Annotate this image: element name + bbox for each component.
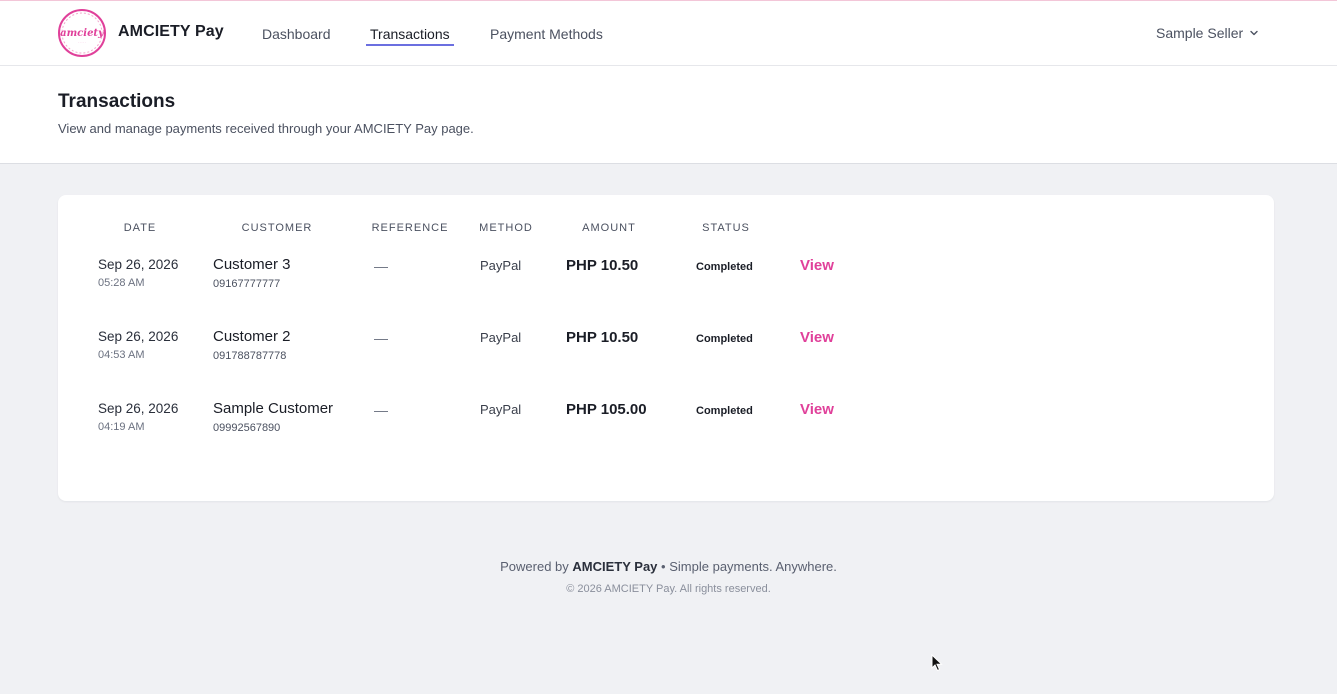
brand-logo[interactable]: amciety · · · · · [58, 9, 106, 57]
payment-method: PayPal [480, 258, 522, 273]
payment-method: PayPal [480, 402, 522, 417]
footer-copyright: © 2026 AMCIETY Pay. All rights reserved. [566, 583, 771, 595]
mouse-cursor-icon [931, 653, 943, 677]
footer-separator: • [661, 559, 666, 574]
nav-dashboard[interactable]: Dashboard [262, 26, 331, 42]
footer-powered-prefix: Powered by [500, 559, 569, 574]
transaction-time: 05:28 AM [98, 277, 145, 289]
chevron-down-icon [1249, 28, 1259, 38]
page-subtitle: View and manage payments received throug… [58, 121, 474, 136]
user-menu-label: Sample Seller [1156, 25, 1244, 41]
transaction-reference: — [374, 258, 388, 274]
footer-brand[interactable]: AMCIETY Pay [572, 559, 657, 574]
top-navigation-bar: amciety · · · · · AMCIETY Pay Dashboard … [0, 0, 1337, 66]
svg-text:amciety: amciety [60, 28, 104, 39]
column-header-method: METHOD [479, 222, 533, 234]
transaction-date: Sep 26, 2026 [98, 401, 179, 416]
view-transaction-link[interactable]: View [800, 257, 834, 274]
transaction-amount: PHP 10.50 [566, 257, 639, 274]
status-badge: Completed [696, 333, 753, 345]
customer-name: Customer 3 [213, 256, 291, 273]
column-header-customer: CUSTOMER [241, 222, 313, 234]
column-header-status: STATUS [702, 222, 750, 234]
view-transaction-link[interactable]: View [800, 401, 834, 418]
nav-transactions[interactable]: Transactions [370, 26, 450, 42]
user-menu[interactable]: Sample Seller [1156, 25, 1259, 41]
table-row: Sep 26, 2026 04:53 AM Customer 2 0917887… [58, 328, 1274, 401]
brand-name[interactable]: AMCIETY Pay [118, 23, 224, 41]
page-header: Transactions View and manage payments re… [0, 66, 1337, 164]
footer-tagline: Simple payments. Anywhere. [669, 559, 837, 574]
transaction-amount: PHP 105.00 [566, 401, 647, 418]
status-badge: Completed [696, 405, 753, 417]
active-tab-indicator [366, 44, 454, 46]
column-header-reference: REFERENCE [371, 222, 449, 234]
transaction-time: 04:53 AM [98, 349, 145, 361]
column-header-amount: AMOUNT [582, 222, 636, 234]
payment-method: PayPal [480, 330, 522, 345]
transaction-date: Sep 26, 2026 [98, 257, 179, 272]
customer-name: Customer 2 [213, 328, 291, 345]
customer-phone: 09167777777 [213, 278, 281, 290]
transaction-reference: — [374, 402, 388, 418]
brand-logo-mark: amciety · · · · · [60, 12, 104, 54]
transaction-date: Sep 26, 2026 [98, 329, 179, 344]
table-row: Sep 26, 2026 05:28 AM Customer 3 0916777… [58, 256, 1274, 329]
nav-payment-methods[interactable]: Payment Methods [490, 26, 603, 42]
customer-phone: 091788787778 [213, 350, 287, 362]
table-row: Sep 26, 2026 04:19 AM Sample Customer 09… [58, 400, 1274, 473]
svg-text:· · · · ·: · · · · · [78, 40, 87, 44]
customer-phone: 09992567890 [213, 422, 281, 434]
customer-name: Sample Customer [213, 400, 334, 417]
transaction-time: 04:19 AM [98, 421, 145, 433]
view-transaction-link[interactable]: View [800, 329, 834, 346]
transactions-card: DATE CUSTOMER REFERENCE METHOD AMOUNT ST… [58, 195, 1274, 501]
transaction-amount: PHP 10.50 [566, 329, 639, 346]
column-header-date: DATE [123, 222, 157, 234]
footer-powered-by: Powered by AMCIETY Pay • Simple payments… [0, 559, 1337, 574]
status-badge: Completed [696, 261, 753, 273]
page-title: Transactions [58, 91, 176, 112]
transaction-reference: — [374, 330, 388, 346]
